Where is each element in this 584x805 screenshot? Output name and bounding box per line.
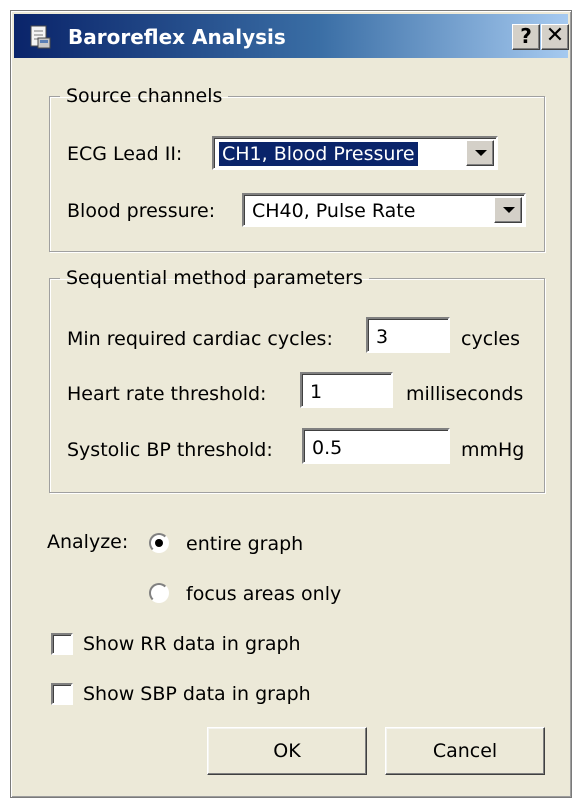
radio-focus-areas-label[interactable]: focus areas only [186, 582, 341, 606]
radio-focus-areas[interactable] [149, 583, 169, 603]
sbp-threshold-unit: mmHg [461, 439, 525, 461]
min-cycles-unit: cycles [461, 328, 521, 350]
blood-pressure-select[interactable]: CH40, Pulse Rate [242, 193, 526, 227]
ecg-lead-select[interactable]: CH1, Blood Pressure [212, 136, 498, 170]
hr-threshold-label: Heart rate threshold: [67, 383, 267, 405]
show-rr-checkbox[interactable] [51, 633, 73, 655]
hr-threshold-value: 1 [310, 381, 323, 403]
hr-threshold-unit: milliseconds [406, 383, 524, 405]
radio-entire-graph-label[interactable]: entire graph [186, 532, 303, 556]
radio-entire-graph[interactable] [149, 533, 169, 553]
close-icon: ✕ [545, 23, 565, 48]
window-title: Baroreflex Analysis [68, 25, 286, 49]
baroreflex-dialog: Baroreflex Analysis ? ✕ Source channels … [10, 10, 572, 798]
ecg-lead-value: CH1, Blood Pressure [219, 142, 418, 166]
chevron-down-icon[interactable] [494, 197, 522, 223]
close-button[interactable]: ✕ [541, 24, 569, 50]
title-bar[interactable]: Baroreflex Analysis ? ✕ [14, 14, 569, 58]
min-cycles-value: 3 [376, 326, 389, 348]
sbp-threshold-value: 0.5 [312, 437, 343, 459]
source-channels-legend: Source channels [66, 85, 223, 107]
cancel-button[interactable]: Cancel [385, 727, 545, 775]
hr-threshold-input[interactable]: 1 [300, 372, 393, 408]
chevron-down-icon[interactable] [466, 140, 494, 166]
min-cycles-label: Min required cardiac cycles: [67, 328, 333, 350]
sequential-method-legend: Sequential method parameters [66, 267, 363, 289]
help-button[interactable]: ? [512, 24, 540, 50]
blood-pressure-value: CH40, Pulse Rate [252, 200, 416, 222]
sbp-threshold-label: Systolic BP threshold: [67, 439, 273, 461]
analyze-label: Analyze: [47, 531, 129, 553]
ecg-lead-label: ECG Lead II: [67, 143, 183, 165]
app-document-icon [28, 24, 52, 50]
show-sbp-label[interactable]: Show SBP data in graph [83, 682, 311, 706]
show-sbp-checkbox[interactable] [51, 683, 73, 705]
sbp-threshold-input[interactable]: 0.5 [302, 428, 450, 464]
radio-selected-dot [155, 539, 163, 547]
ok-button[interactable]: OK [207, 727, 367, 775]
min-cycles-input[interactable]: 3 [366, 317, 450, 353]
blood-pressure-label: Blood pressure: [67, 200, 216, 222]
show-rr-label[interactable]: Show RR data in graph [83, 632, 301, 656]
